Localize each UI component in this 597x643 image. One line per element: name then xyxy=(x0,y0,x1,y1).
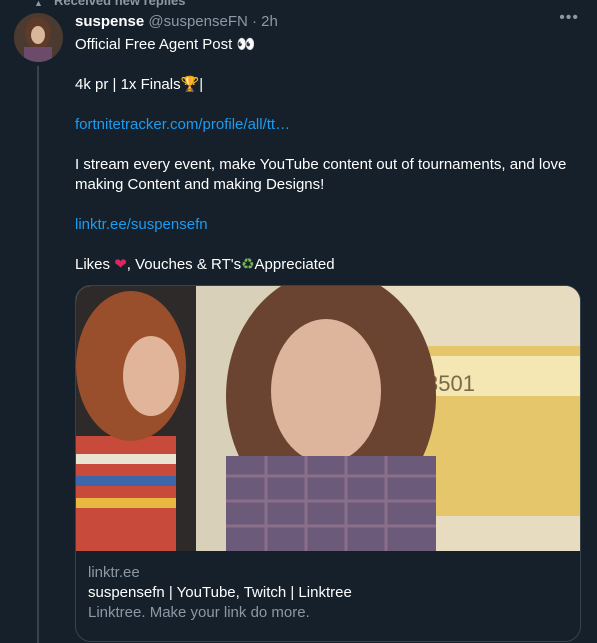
tweet-text: Official Free Agent Post 👀 4k pr | 1x Fi… xyxy=(75,35,575,275)
card-title: suspensefn | YouTube, Twitch | Linktree xyxy=(88,584,352,601)
avatar-image xyxy=(14,13,63,62)
recycle-emoji-icon: ♻ xyxy=(241,256,255,273)
heart-emoji-icon: ❤ xyxy=(114,256,127,273)
display-name[interactable]: suspense xyxy=(75,13,144,30)
vouches-text: , Vouches & RT's xyxy=(126,256,242,273)
thread-line xyxy=(37,66,39,643)
tweet-header: suspense @suspenseFN · 2h xyxy=(75,13,278,30)
new-replies-banner[interactable]: Received new replies xyxy=(54,0,186,8)
handle[interactable]: @suspenseFN xyxy=(148,13,247,30)
card-info: linktr.ee suspensefn | YouTube, Twitch |… xyxy=(76,551,580,623)
timestamp[interactable]: 2h xyxy=(261,13,278,30)
line-1-text: Official Free Agent Post xyxy=(75,36,233,53)
line-2-text: 4k pr | 1x Finals xyxy=(75,76,181,93)
line-2: 4k pr | 1x Finals🏆| xyxy=(75,75,575,95)
appreciated-text: Appreciated xyxy=(254,256,335,273)
card-domain: linktr.ee xyxy=(88,564,140,581)
fortnitetracker-link[interactable]: fortnitetracker.com/profile/all/tt… xyxy=(75,116,290,133)
arrow-up-icon: ▲ xyxy=(34,0,43,8)
line-4: I stream every event, make YouTube conte… xyxy=(75,156,567,193)
line-1: Official Free Agent Post 👀 xyxy=(75,35,575,55)
line-2-end: | xyxy=(199,76,204,93)
eyes-emoji-icon: 👀 xyxy=(236,36,256,53)
link-preview-card[interactable]: 3501 linktr.ee suspensefn | YouTube, Twi… xyxy=(75,285,581,642)
separator: · xyxy=(251,13,257,30)
line-6: Likes ❤, Vouches & RT's♻Appreciated xyxy=(75,255,575,275)
trophy-emoji-icon: 🏆 xyxy=(180,76,200,93)
avatar[interactable] xyxy=(14,13,63,62)
card-image: 3501 xyxy=(76,286,580,551)
likes-text: Likes xyxy=(75,256,111,273)
more-icon[interactable]: ••• xyxy=(559,9,579,27)
card-description: Linktree. Make your link do more. xyxy=(88,604,310,621)
linktree-link[interactable]: linktr.ee/suspensefn xyxy=(75,216,208,233)
